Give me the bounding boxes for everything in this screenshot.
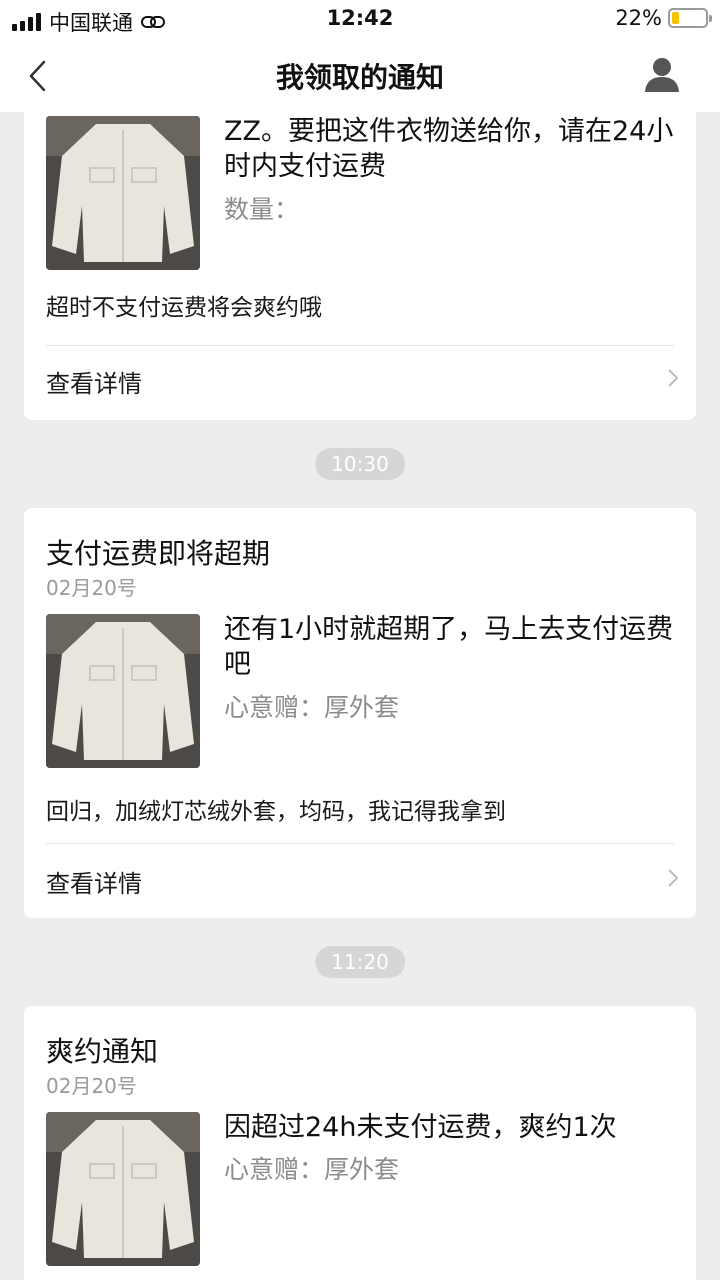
page-title: 我领取的通知 (275, 61, 444, 94)
item-thumbnail[interactable] (46, 116, 200, 270)
notification-card: 支付运费即将超期 02月20号 还有1小时就超期了，马上去支付运费吧 心意赠：厚… (24, 508, 696, 918)
battery-icon (668, 8, 712, 28)
view-details-label: 查看详情 (46, 370, 142, 398)
notification-message: ZZ。要把这件衣物送给你，请在24小时内支付运费 (224, 116, 674, 182)
status-time: 12:42 (326, 6, 394, 30)
notification-subline: 心意赠：厚外套 (224, 1155, 400, 1184)
notification-list[interactable]: ZZ。要把这件衣物送给你，请在24小时内支付运费 数量： 超时不支付运费将会爽约… (0, 112, 720, 1280)
battery-level (672, 12, 680, 24)
notification-message: 因超过24h未支付运费，爽约1次 (224, 1112, 617, 1143)
profile-button[interactable] (642, 54, 682, 94)
battery-percent: 22% (615, 6, 662, 30)
chevron-right-icon (668, 869, 679, 887)
item-thumbnail[interactable] (46, 1112, 200, 1266)
notification-subline: 心意赠：厚外套 (224, 693, 400, 722)
notification-title: 支付运费即将超期 (46, 537, 271, 570)
status-bar: 中国联通 12:42 22% (0, 0, 720, 38)
notification-message: 还有1小时就超期了，马上去支付运费吧 (224, 614, 674, 680)
notification-subline: 数量： (224, 195, 300, 224)
timestamp-pill: 11:20 (315, 946, 405, 978)
jacket-image (46, 1112, 200, 1266)
notification-card: 爽约通知 02月20号 因超过24h未支付运费，爽约1次 心意赠：厚外套 (24, 1006, 696, 1280)
chevron-right-icon (668, 369, 679, 387)
notification-description: 回归，加绒灯芯绒外套，均码，我记得我拿到 (46, 799, 506, 825)
user-icon (645, 58, 679, 92)
notification-title: 爽约通知 (46, 1035, 159, 1068)
nav-bar: 我领取的通知 (0, 38, 720, 112)
notification-date: 02月20号 (46, 1074, 137, 1098)
jacket-image (46, 614, 200, 768)
notification-description: 超时不支付运费将会爽约哦 (46, 295, 322, 321)
status-right: 22% (615, 6, 712, 30)
timestamp-pill: 10:30 (315, 448, 405, 480)
jacket-image (46, 116, 200, 270)
notification-date: 02月20号 (46, 576, 137, 600)
notification-card: ZZ。要把这件衣物送给你，请在24小时内支付运费 数量： 超时不支付运费将会爽约… (24, 112, 696, 420)
view-details-link[interactable]: 查看详情 (46, 352, 679, 402)
view-details-link[interactable]: 查看详情 (46, 852, 679, 902)
screen: 中国联通 12:42 22% 我领取的通知 ZZ。要把这件衣物送给你，请在24小… (0, 0, 720, 1280)
divider (46, 843, 674, 844)
item-thumbnail[interactable] (46, 614, 200, 768)
view-details-label: 查看详情 (46, 870, 142, 898)
divider (46, 345, 674, 346)
